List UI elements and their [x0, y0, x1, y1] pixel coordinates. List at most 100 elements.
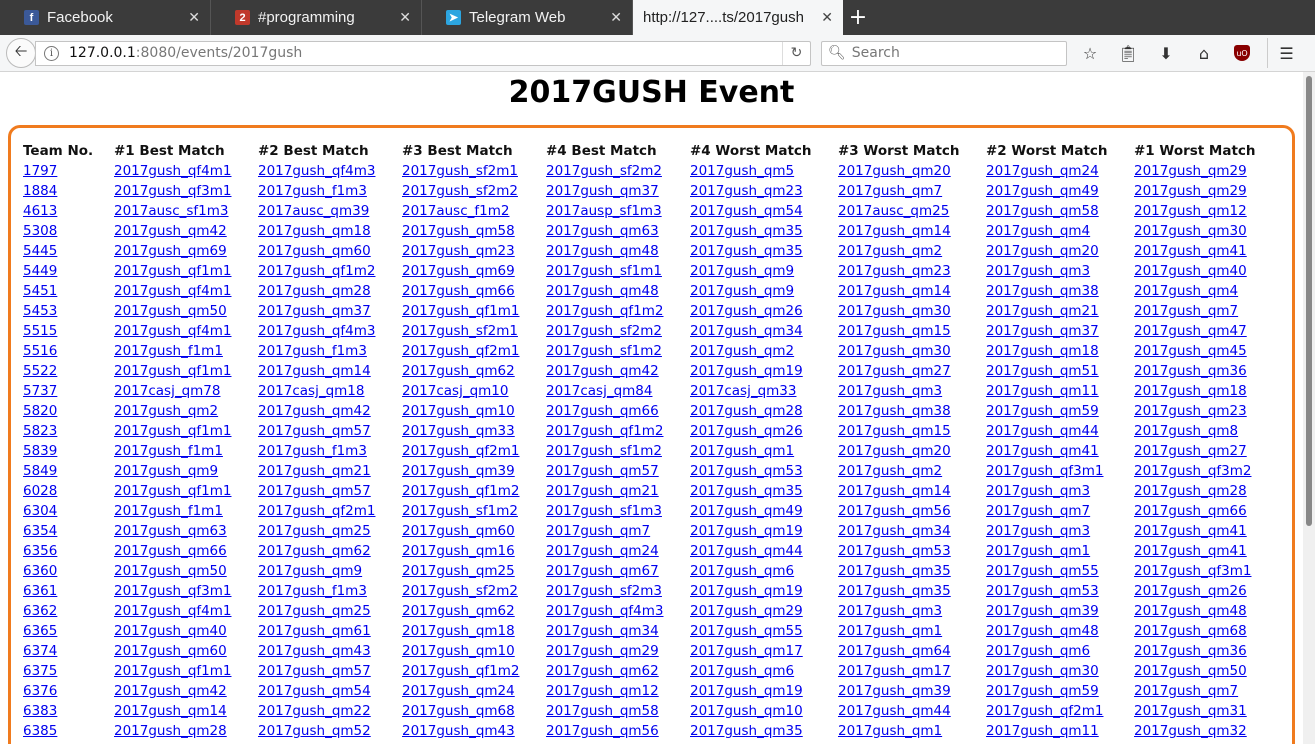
match-link[interactable]: 2017gush_qm6 — [986, 643, 1090, 659]
match-link[interactable]: 2017gush_qm30 — [1134, 223, 1247, 239]
match-link[interactable]: 2017gush_qm6 — [690, 563, 794, 579]
match-link[interactable]: 2017gush_qm9 — [114, 463, 218, 479]
match-link[interactable]: 2017gush_qm17 — [838, 663, 951, 679]
back-button[interactable]: 🡠 — [6, 38, 36, 68]
match-link[interactable]: 2017gush_qm35 — [690, 223, 803, 239]
match-link[interactable]: 2017gush_qm30 — [986, 663, 1099, 679]
match-link[interactable]: 2017gush_qm11 — [986, 723, 1099, 739]
home-button[interactable]: ⌂ — [1185, 38, 1223, 68]
match-link[interactable]: 2017gush_sf2m1 — [402, 323, 518, 339]
match-link[interactable]: 2017gush_qm53 — [986, 583, 1099, 599]
match-link[interactable]: 2017gush_qf3m1 — [1134, 563, 1251, 579]
match-link[interactable]: 2017gush_qm56 — [546, 723, 659, 739]
match-link[interactable]: 2017gush_qm14 — [838, 223, 951, 239]
close-tab-icon[interactable]: ✕ — [188, 9, 200, 26]
match-link[interactable]: 2017gush_qm12 — [546, 683, 659, 699]
match-link[interactable]: 2017gush_qm23 — [690, 183, 803, 199]
match-link[interactable]: 2017gush_sf1m3 — [546, 503, 662, 519]
match-link[interactable]: 2017gush_qm36 — [1134, 643, 1247, 659]
match-link[interactable]: 2017gush_qm31 — [1134, 703, 1247, 719]
match-link[interactable]: 2017ausc_qm25 — [838, 203, 949, 219]
team-link[interactable]: 5516 — [23, 343, 57, 359]
match-link[interactable]: 2017gush_qm48 — [546, 243, 659, 259]
match-link[interactable]: 2017gush_qm5 — [690, 163, 794, 179]
match-link[interactable]: 2017gush_sf2m2 — [546, 163, 662, 179]
match-link[interactable]: 2017gush_qm19 — [690, 523, 803, 539]
close-tab-icon[interactable]: ✕ — [610, 9, 622, 26]
match-link[interactable]: 2017gush_qm59 — [986, 403, 1099, 419]
match-link[interactable]: 2017gush_qm10 — [690, 703, 803, 719]
match-link[interactable]: 2017gush_qm60 — [114, 643, 227, 659]
match-link[interactable]: 2017gush_qm33 — [402, 423, 515, 439]
match-link[interactable]: 2017gush_qf4m3 — [258, 323, 375, 339]
tab-1[interactable]: f Facebook ✕ — [0, 0, 211, 35]
match-link[interactable]: 2017gush_qm57 — [546, 463, 659, 479]
match-link[interactable]: 2017gush_qm10 — [402, 403, 515, 419]
match-link[interactable]: 2017gush_qm41 — [986, 443, 1099, 459]
match-link[interactable]: 2017gush_qm43 — [258, 643, 371, 659]
match-link[interactable]: 2017gush_qm51 — [986, 363, 1099, 379]
team-link[interactable]: 6376 — [23, 683, 57, 699]
team-link[interactable]: 6362 — [23, 603, 57, 619]
match-link[interactable]: 2017gush_qm29 — [690, 603, 803, 619]
match-link[interactable]: 2017gush_qm68 — [1134, 623, 1247, 639]
match-link[interactable]: 2017gush_qm14 — [838, 283, 951, 299]
match-link[interactable]: 2017gush_qm41 — [1134, 543, 1247, 559]
match-link[interactable]: 2017gush_sf1m2 — [402, 503, 518, 519]
match-link[interactable]: 2017gush_qm37 — [258, 303, 371, 319]
team-link[interactable]: 6375 — [23, 663, 57, 679]
match-link[interactable]: 2017gush_qm35 — [838, 563, 951, 579]
match-link[interactable]: 2017gush_qm41 — [1134, 243, 1247, 259]
match-link[interactable]: 2017gush_qm57 — [258, 423, 371, 439]
match-link[interactable]: 2017gush_qm20 — [986, 243, 1099, 259]
match-link[interactable]: 2017gush_sf2m1 — [402, 163, 518, 179]
url-bar[interactable]: i 127.0.0.1 :8080/events/2017gush ↻ — [35, 40, 811, 66]
match-link[interactable]: 2017gush_qm35 — [690, 723, 803, 739]
match-link[interactable]: 2017gush_qm37 — [986, 323, 1099, 339]
match-link[interactable]: 2017gush_qm1 — [838, 723, 942, 739]
match-link[interactable]: 2017gush_qm40 — [1134, 263, 1247, 279]
match-link[interactable]: 2017gush_qf1m2 — [402, 663, 519, 679]
match-link[interactable]: 2017gush_qf1m2 — [258, 263, 375, 279]
match-link[interactable]: 2017gush_qm58 — [402, 223, 515, 239]
match-link[interactable]: 2017gush_qf4m1 — [114, 163, 231, 179]
match-link[interactable]: 2017gush_sf1m1 — [546, 263, 662, 279]
match-link[interactable]: 2017gush_sf2m2 — [402, 183, 518, 199]
match-link[interactable]: 2017gush_qm26 — [690, 303, 803, 319]
team-link[interactable]: 5823 — [23, 423, 57, 439]
match-link[interactable]: 2017gush_qm47 — [1134, 323, 1247, 339]
match-link[interactable]: 2017gush_qm18 — [402, 623, 515, 639]
match-link[interactable]: 2017gush_qm54 — [690, 203, 803, 219]
match-link[interactable]: 2017gush_qm34 — [690, 323, 803, 339]
match-link[interactable]: 2017gush_qm28 — [690, 403, 803, 419]
match-link[interactable]: 2017gush_sf2m2 — [546, 323, 662, 339]
match-link[interactable]: 2017casj_qm10 — [402, 383, 508, 399]
match-link[interactable]: 2017gush_qm24 — [986, 163, 1099, 179]
match-link[interactable]: 2017gush_qm56 — [838, 503, 951, 519]
team-link[interactable]: 5820 — [23, 403, 57, 419]
match-link[interactable]: 2017gush_qm28 — [114, 723, 227, 739]
new-tab-button[interactable]: + — [843, 0, 873, 35]
match-link[interactable]: 2017gush_qm23 — [1134, 403, 1247, 419]
match-link[interactable]: 2017gush_qm20 — [838, 163, 951, 179]
match-link[interactable]: 2017gush_qm39 — [986, 603, 1099, 619]
match-link[interactable]: 2017gush_qm26 — [1134, 583, 1247, 599]
match-link[interactable]: 2017gush_qm25 — [258, 603, 371, 619]
match-link[interactable]: 2017gush_qm50 — [1134, 663, 1247, 679]
match-link[interactable]: 2017gush_qm35 — [838, 583, 951, 599]
match-link[interactable]: 2017gush_qm2 — [690, 343, 794, 359]
bookmark-star-button[interactable]: ☆ — [1071, 38, 1109, 68]
match-link[interactable]: 2017gush_qm24 — [546, 543, 659, 559]
tab-3[interactable]: ➤ Telegram Web ✕ — [422, 0, 633, 35]
match-link[interactable]: 2017gush_qm29 — [546, 643, 659, 659]
match-link[interactable]: 2017gush_qf3m1 — [114, 583, 231, 599]
match-link[interactable]: 2017gush_qm35 — [690, 243, 803, 259]
match-link[interactable]: 2017casj_qm78 — [114, 383, 220, 399]
match-link[interactable]: 2017gush_qm28 — [1134, 483, 1247, 499]
match-link[interactable]: 2017gush_qf1m1 — [114, 423, 231, 439]
match-link[interactable]: 2017gush_f1m3 — [258, 343, 367, 359]
match-link[interactable]: 2017gush_qm22 — [258, 703, 371, 719]
match-link[interactable]: 2017gush_qm62 — [402, 363, 515, 379]
match-link[interactable]: 2017gush_qm7 — [1134, 303, 1238, 319]
match-link[interactable]: 2017gush_qm41 — [1134, 523, 1247, 539]
